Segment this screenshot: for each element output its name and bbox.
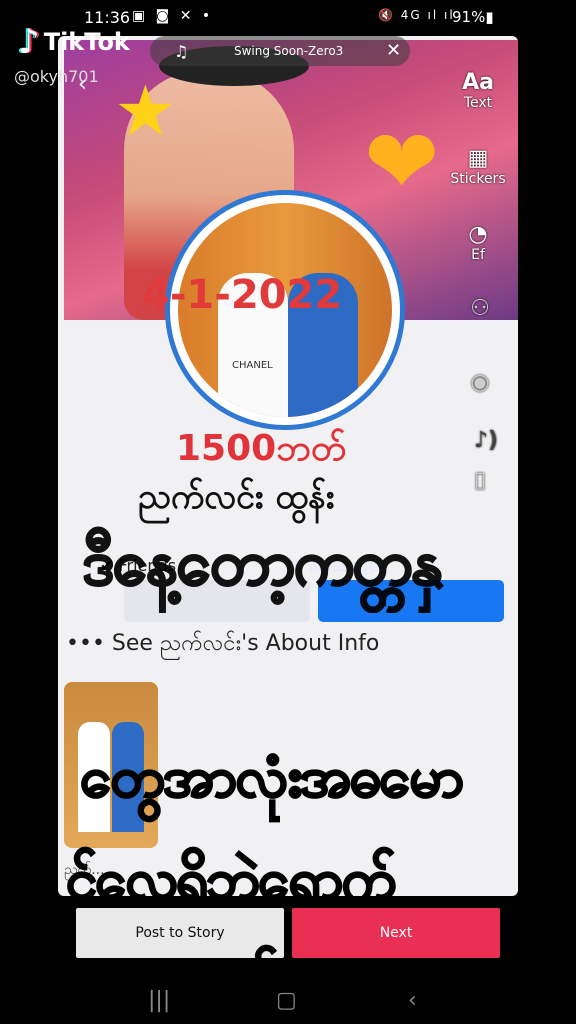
music-note-icon: ♫ [174, 42, 189, 61]
volume-icon: ♪) [473, 428, 499, 453]
song-title: Swing Soon-Zero3 [234, 44, 344, 58]
stickers-tool[interactable]: ▦ Stickers [438, 146, 518, 187]
notification-icons: ▣ ◙ ✕ • [132, 8, 214, 24]
filter-icon: ⚇ [470, 296, 490, 321]
caption-line-2: တွေအာလုံးအဓမော [79, 744, 465, 811]
tiktok-note-icon: ♪ [18, 22, 40, 62]
signal-icons: 🔇 4G ıl ıl [378, 8, 455, 22]
effects-tool-label: Ef [471, 247, 485, 263]
voice-tool[interactable]: ◉ [440, 370, 520, 395]
text-tool-label: Text [463, 95, 493, 111]
music-selector[interactable]: ♫ Swing Soon-Zero3 ✕ [150, 36, 410, 66]
text-icon: Aa [462, 70, 494, 95]
filter-tool[interactable]: ⚇ [440, 296, 520, 321]
about-info-link: ••• See ညက်လင်း's About Info [66, 631, 380, 656]
tiktok-brand: TikTok [43, 28, 130, 56]
tiktok-logo: ♪ TikTok [18, 22, 130, 62]
mic-tool[interactable]: ▯ [440, 468, 520, 493]
battery-indicator: 91%▮ [452, 8, 494, 26]
effects-tool[interactable]: ◔ Ef [438, 222, 518, 263]
mic-icon: ▯ [473, 468, 487, 493]
effects-icon: ◔ [468, 222, 488, 247]
date-overlay: 4-1-2022 [142, 272, 343, 318]
back-button[interactable]: ‹ [408, 988, 417, 1013]
system-nav-bar: ||| ▢ ‹ [0, 984, 576, 1024]
text-tool[interactable]: Aa Text [438, 70, 518, 111]
close-icon[interactable]: ✕ [386, 40, 401, 61]
caption-line-1: ဒီနေ့တော့ကတ္တနှ [81, 525, 444, 600]
shirt-logo: CHANEL [232, 360, 273, 371]
profile-name: ညက်လင်း ထွန်း [138, 477, 335, 517]
volume-tool[interactable]: ♪) [446, 428, 526, 453]
sticker-icon: ▦ [467, 146, 489, 171]
recent-apps-button[interactable]: ||| [148, 988, 170, 1013]
home-button[interactable]: ▢ [276, 988, 297, 1013]
heart-hands-sticker-icon: ❤ [364, 110, 440, 215]
voice-effect-icon: ◉ [470, 370, 490, 395]
star-sticker-icon: ★ [114, 70, 177, 152]
amount-overlay: 1500ဘတ် [176, 428, 346, 469]
stickers-tool-label: Stickers [450, 171, 506, 187]
back-arrow-icon[interactable]: ‹ [78, 72, 87, 97]
